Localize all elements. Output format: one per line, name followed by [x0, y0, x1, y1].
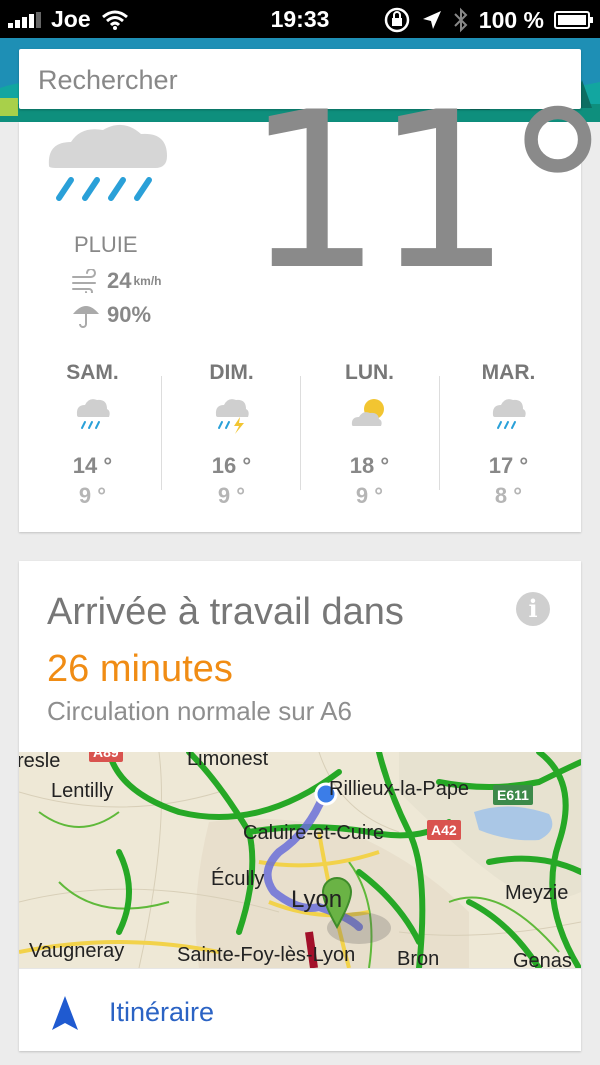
day-low: 9 ° [217, 483, 246, 508]
navigation-arrow-icon [52, 996, 78, 1030]
forecast: SAM. 14 ° 9 ° DIM. 16 ° 9 ° LUN. 18 ° 9 … [19, 356, 581, 508]
day-name: DIM. [209, 361, 254, 384]
precipitation-value: 90% [107, 302, 152, 327]
map-place-label: Lentilly [51, 780, 114, 802]
road-shield: A89 [89, 752, 123, 762]
rotation-lock-icon [384, 7, 410, 33]
day-name: LUN. [345, 361, 394, 384]
bluetooth-icon [454, 7, 468, 33]
rain-icon [492, 399, 526, 429]
directions-label[interactable]: Itinéraire [109, 997, 214, 1028]
day-high: 16 ° [211, 453, 252, 478]
wind-stat: 24 km/h [71, 268, 162, 294]
forecast-day[interactable]: DIM. 16 ° 9 ° [162, 356, 301, 508]
map-place-label: Lyon [291, 886, 343, 913]
map-place-label: Limonest [187, 752, 269, 770]
map-place-label: Caluire-et-Cuire [243, 822, 385, 844]
directions-button[interactable]: Itinéraire [19, 968, 581, 1051]
wind-unit: km/h [133, 274, 162, 288]
road-shield: A42 [427, 820, 461, 840]
commute-card[interactable]: Arrivée à travail dans 26 minutes Circul… [19, 561, 581, 1051]
commute-duration: 26 minutes [47, 648, 233, 690]
forecast-day[interactable]: MAR. 17 ° 8 ° [439, 356, 578, 508]
status-bar: Joe 19:33 100 % [0, 0, 600, 38]
day-low: 9 ° [78, 483, 107, 508]
day-high: 14 ° [72, 453, 113, 478]
map-place-label: Écully [211, 868, 265, 890]
map-place-label: Meyzie [505, 882, 569, 904]
map-place-label: Genas [513, 950, 572, 968]
day-high: 18 ° [349, 453, 390, 478]
weather-condition: PLUIE [74, 232, 138, 257]
map-place-label: Bron [397, 948, 440, 968]
location-icon [422, 11, 441, 29]
commute-title: Arrivée à travail dans [47, 591, 404, 633]
weather-card[interactable]: 11° PLUIE 24 km/h 90% SAM. 14 ° 9 ° DIM.… [19, 84, 600, 532]
info-icon[interactable]: i [516, 592, 550, 626]
route-map[interactable]: A89 E611 A42 resle Limonest Lentilly Ril… [19, 752, 581, 968]
map-place-label: Vaugneray [29, 940, 125, 962]
traffic-status: Circulation normale sur A6 [47, 696, 352, 726]
day-name: SAM. [66, 361, 119, 384]
day-name: MAR. [481, 361, 536, 384]
day-low: 9 ° [355, 483, 384, 508]
map-place-label: resle [19, 752, 61, 772]
precipitation-stat: 90% [71, 300, 151, 330]
road-shield: E611 [493, 785, 533, 805]
map-place-label: Sainte-Foy-lès-Lyon [177, 944, 356, 966]
thunderstorm-icon [215, 399, 249, 434]
rain-cloud-icon [48, 124, 167, 201]
map-place-label: Rillieux-la-Pape [329, 778, 470, 800]
battery-percent: 100 % [478, 6, 544, 33]
day-high: 17 ° [488, 453, 529, 478]
partly-sunny-icon [351, 399, 384, 426]
wind-speed: 24 [107, 268, 132, 293]
search-input[interactable]: Rechercher [38, 65, 178, 96]
current-temperature: 11° [245, 66, 600, 317]
battery-icon [554, 11, 593, 29]
day-low: 8 ° [494, 483, 523, 508]
wind-icon [72, 269, 96, 293]
forecast-day[interactable]: LUN. 18 ° 9 ° [300, 356, 439, 508]
forecast-day[interactable]: SAM. 14 ° 9 ° [23, 356, 162, 508]
umbrella-icon [73, 306, 99, 328]
rain-icon [76, 399, 110, 429]
